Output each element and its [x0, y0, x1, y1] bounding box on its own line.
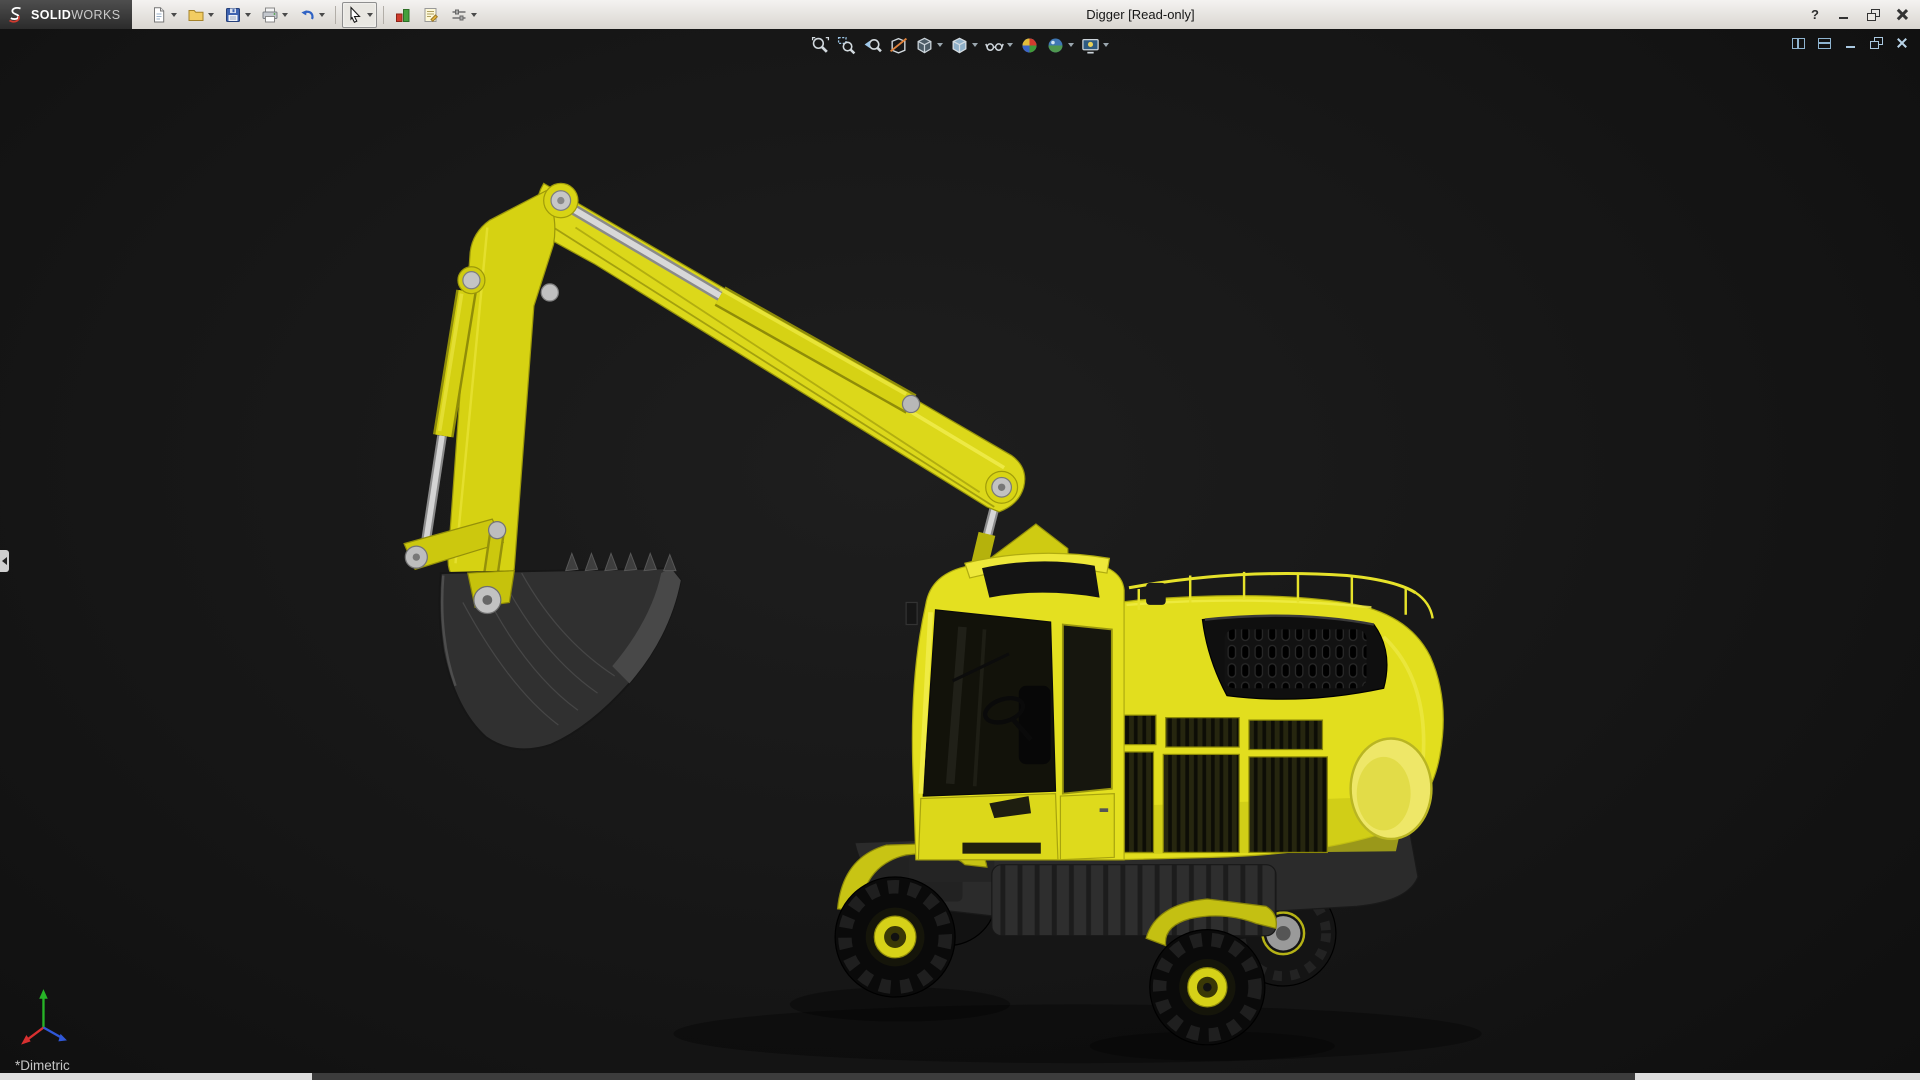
close-button[interactable]	[1894, 5, 1910, 25]
orientation-triad	[20, 987, 84, 1051]
view-orientation-icon	[915, 36, 934, 55]
window-controls: ?	[1807, 0, 1910, 29]
document-window-controls	[1790, 35, 1910, 51]
dropdown-arrow-icon[interactable]	[1103, 43, 1109, 47]
save-button[interactable]	[220, 2, 255, 28]
restore-icon	[1867, 9, 1880, 21]
edit-appearance-icon	[1020, 36, 1039, 55]
undo-button[interactable]	[294, 2, 329, 28]
new-document-button[interactable]	[146, 2, 181, 28]
zoom-to-fit-button[interactable]	[808, 33, 833, 57]
print-button[interactable]	[257, 2, 292, 28]
minimize-button[interactable]	[1836, 5, 1852, 25]
tile-horizontal-button[interactable]	[1816, 35, 1832, 51]
toolbar-separator	[383, 6, 384, 24]
dropdown-arrow-icon[interactable]	[208, 13, 214, 17]
solidworks-window: SOLIDWORKS	[0, 0, 1920, 1080]
apply-scene-button[interactable]	[1043, 33, 1077, 57]
dropdown-arrow-icon[interactable]	[245, 13, 251, 17]
display-style-icon	[950, 36, 969, 55]
hide-show-items-icon	[985, 36, 1004, 55]
dropdown-arrow-icon[interactable]	[319, 13, 325, 17]
dropdown-arrow-icon[interactable]	[1068, 43, 1074, 47]
brand-light: WORKS	[71, 8, 120, 22]
heads-up-toolbar	[808, 33, 1112, 57]
tile-vertical-button[interactable]	[1790, 35, 1806, 51]
new-document-icon	[150, 6, 168, 24]
display-style-button[interactable]	[947, 33, 981, 57]
close-icon	[1896, 8, 1909, 21]
solidworks-logo-icon	[6, 5, 26, 25]
select-cursor-icon	[346, 6, 364, 24]
tile-horizontal-icon	[1818, 38, 1831, 49]
statusbar-thumb	[312, 1073, 1635, 1080]
sheet-format-button[interactable]	[418, 2, 444, 28]
section-view-icon	[889, 36, 908, 55]
model-bucket[interactable]	[439, 553, 680, 749]
solidworks-logo: SOLIDWORKS	[0, 0, 132, 29]
xpress-tools-button[interactable]	[390, 2, 416, 28]
graphics-area[interactable]: *Dimetric	[0, 29, 1920, 1073]
model-shadow	[673, 987, 1481, 1063]
titlebar: SOLIDWORKS	[0, 0, 1920, 30]
dropdown-arrow-icon[interactable]	[1007, 43, 1013, 47]
hide-show-items-button[interactable]	[982, 33, 1016, 57]
dropdown-arrow-icon[interactable]	[367, 13, 373, 17]
open-button[interactable]	[183, 2, 218, 28]
help-button[interactable]: ?	[1807, 5, 1823, 25]
options-sliders-icon	[450, 6, 468, 24]
restore-button[interactable]	[1865, 5, 1881, 25]
panel-collapse-handle[interactable]	[0, 550, 9, 572]
sheet-format-icon	[422, 6, 440, 24]
previous-view-icon	[863, 36, 882, 55]
toolbar-separator	[335, 6, 336, 24]
brand-bold: SOLID	[31, 8, 71, 22]
zoom-to-area-icon	[837, 36, 856, 55]
view-orientation-button[interactable]	[912, 33, 946, 57]
view-settings-icon	[1081, 36, 1100, 55]
section-view-button[interactable]	[886, 33, 911, 57]
undo-icon	[298, 6, 316, 24]
dropdown-arrow-icon[interactable]	[282, 13, 288, 17]
dropdown-arrow-icon[interactable]	[937, 43, 943, 47]
close-icon	[1896, 37, 1908, 49]
model-boom[interactable]	[404, 183, 1025, 598]
edit-appearance-button[interactable]	[1017, 33, 1042, 57]
document-close-button[interactable]	[1894, 35, 1910, 51]
options-button[interactable]	[446, 2, 481, 28]
document-minimize-button[interactable]	[1842, 35, 1858, 51]
apply-scene-icon	[1046, 36, 1065, 55]
model-canvas[interactable]	[0, 29, 1920, 1073]
dropdown-arrow-icon[interactable]	[171, 13, 177, 17]
view-settings-button[interactable]	[1078, 33, 1112, 57]
minimize-icon	[1845, 38, 1856, 49]
tile-vertical-icon	[1792, 38, 1805, 49]
document-restore-button[interactable]	[1868, 35, 1884, 51]
minimize-icon	[1838, 9, 1850, 20]
chevron-left-icon	[2, 557, 7, 565]
brand-text: SOLIDWORKS	[31, 8, 120, 22]
save-icon	[224, 6, 242, 24]
dropdown-arrow-icon[interactable]	[972, 43, 978, 47]
window-title: Digger [Read-only]	[1086, 7, 1194, 22]
previous-view-button[interactable]	[860, 33, 885, 57]
zoom-to-fit-icon	[811, 36, 830, 55]
open-folder-icon	[187, 6, 205, 24]
model-cab[interactable]	[906, 553, 1124, 860]
xpress-tools-icon	[394, 6, 412, 24]
quick-access-toolbar	[146, 2, 481, 28]
dropdown-arrow-icon[interactable]	[471, 13, 477, 17]
status-bar	[0, 1073, 1920, 1080]
select-button[interactable]	[342, 2, 377, 28]
print-icon	[261, 6, 279, 24]
view-orientation-label: *Dimetric	[15, 1058, 70, 1073]
zoom-to-area-button[interactable]	[834, 33, 859, 57]
restore-icon	[1870, 37, 1883, 49]
help-icon: ?	[1811, 7, 1819, 22]
